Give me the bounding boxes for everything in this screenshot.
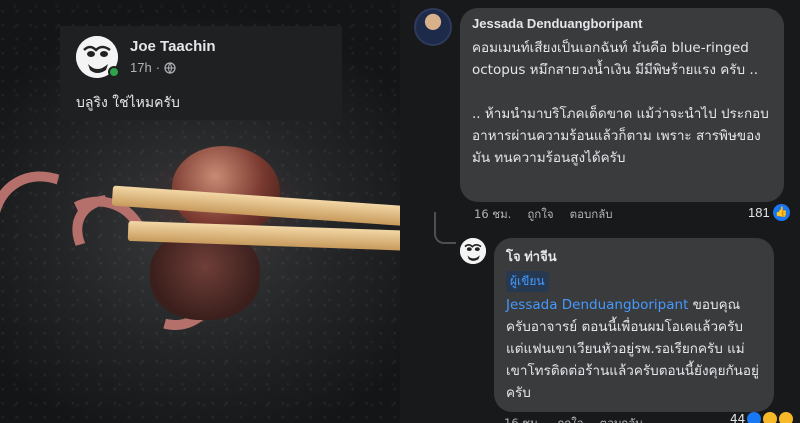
mention-link[interactable]: Jessada Denduangboripant — [506, 297, 688, 313]
reply-button[interactable]: ตอบกลับ — [600, 415, 643, 423]
reply-bubble: โจ ท่าจีน ผู้เขียน Jessada Denduangborip… — [494, 238, 774, 412]
post-caption: บลูริง ใช่ไหมครับ — [76, 95, 180, 111]
reply-time[interactable]: 16 ชม. — [504, 415, 541, 423]
haha-reaction-icon — [779, 412, 794, 423]
comment-time[interactable]: 16 ชม. — [474, 206, 511, 224]
comment-text: คอมเมนท์เสียงเป็นเอกฉันท์ มันคือ blue-ri… — [472, 40, 769, 166]
online-status-indicator — [108, 66, 120, 78]
comment-actions: 16 ชม. ถูกใจ ตอบกลับ — [474, 206, 613, 224]
globe-icon — [164, 61, 176, 74]
comment-author[interactable]: Jessada Denduangboripant — [472, 16, 772, 31]
comment-bubble: Jessada Denduangboripant คอมเมนท์เสียงเป… — [460, 8, 784, 202]
post-time-text: 17h — [130, 60, 152, 75]
post-author-name[interactable]: Joe Taachin — [130, 38, 216, 55]
thumbs-up-icon: 👍 — [772, 204, 790, 221]
post-header: Joe Taachin 17h · บลูริง ใช่ไหมครับ — [60, 26, 342, 120]
like-button[interactable]: ถูกใจ — [527, 206, 553, 224]
care-reaction-icon — [763, 412, 778, 423]
reply-author[interactable]: โจ ท่าจีน — [506, 246, 762, 267]
reply-text: Jessada Denduangboripant ขอบคุณครับอาจาร… — [506, 294, 762, 404]
avatar[interactable] — [460, 238, 486, 264]
dot-separator: · — [155, 60, 161, 75]
post-photo[interactable]: Joe Taachin 17h · บลูริง ใช่ไหมครับ — [0, 0, 400, 423]
reply-reaction-count: 44 — [730, 412, 746, 423]
avatar[interactable] — [414, 8, 452, 46]
reply-reactions[interactable]: 44 — [730, 412, 794, 423]
reaction-count[interactable]: 181 👍 — [748, 204, 790, 221]
post-timestamp[interactable]: 17h · — [130, 60, 176, 75]
meme-face-icon — [460, 238, 486, 264]
like-button[interactable]: ถูกใจ — [557, 415, 583, 423]
comments-section: Jessada Denduangboripant คอมเมนท์เสียงเป… — [400, 0, 800, 423]
octopus-head — [172, 146, 280, 232]
reply-button[interactable]: ตอบกลับ — [570, 206, 613, 224]
author-badge: ผู้เขียน — [506, 271, 549, 292]
like-reaction-icon — [747, 412, 762, 423]
reply-actions: 16 ชม. ถูกใจ ตอบกลับ — [504, 415, 643, 423]
reply-thread-line — [434, 212, 456, 244]
reaction-count-text: 181 — [748, 205, 770, 220]
